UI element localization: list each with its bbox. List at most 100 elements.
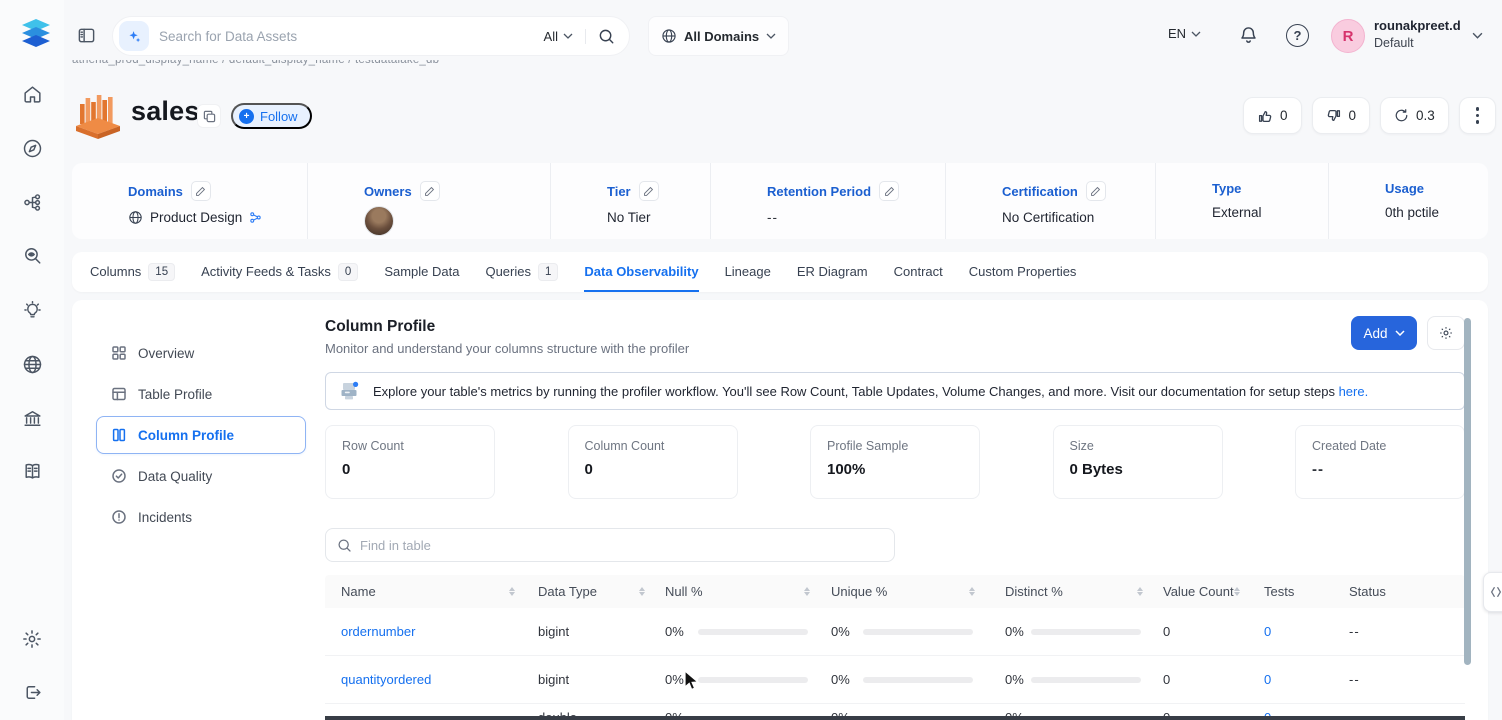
help-icon[interactable]: ? bbox=[1286, 24, 1309, 47]
column-name-link[interactable]: quantityordered bbox=[341, 672, 431, 687]
follow-button[interactable]: + Follow bbox=[231, 103, 312, 129]
panel-expand-handle[interactable] bbox=[1483, 572, 1502, 612]
sort-icon[interactable] bbox=[804, 587, 810, 596]
header-unique-pct[interactable]: Unique % bbox=[820, 575, 985, 608]
copy-link-icon[interactable] bbox=[198, 105, 220, 127]
tab-count: 1 bbox=[538, 263, 558, 281]
header-name[interactable]: Name bbox=[325, 575, 525, 608]
search-scope-label: All bbox=[544, 29, 558, 44]
ai-sparkle-icon[interactable] bbox=[119, 21, 149, 51]
tests-link[interactable]: 0 bbox=[1264, 672, 1271, 687]
breadcrumb[interactable]: athena_prod_display_name / default_displ… bbox=[72, 60, 672, 70]
more-options-button[interactable] bbox=[1459, 97, 1496, 134]
tab-columns[interactable]: Columns15 bbox=[90, 252, 175, 292]
sort-icon[interactable] bbox=[1137, 587, 1143, 596]
search-input[interactable] bbox=[159, 29, 544, 44]
tab-contract[interactable]: Contract bbox=[894, 252, 943, 292]
all-domains-dropdown[interactable]: All Domains bbox=[648, 16, 789, 56]
edit-owners-icon[interactable] bbox=[420, 181, 440, 201]
edit-tier-icon[interactable] bbox=[639, 181, 659, 201]
insights-bulb-icon[interactable] bbox=[18, 296, 46, 324]
header-value-count[interactable]: Value Count bbox=[1153, 575, 1250, 608]
unique-pct: 0% bbox=[831, 624, 850, 639]
subnav-table-profile[interactable]: Table Profile bbox=[96, 375, 306, 413]
unique-pct-bar bbox=[863, 677, 973, 683]
chevron-down-icon bbox=[1395, 330, 1405, 336]
govern-bank-icon[interactable] bbox=[18, 404, 46, 432]
tab-custom-properties[interactable]: Custom Properties bbox=[969, 252, 1077, 292]
sidebar-toggle-icon[interactable] bbox=[77, 26, 96, 45]
home-icon[interactable] bbox=[18, 80, 46, 108]
notifications-bell-icon[interactable] bbox=[1238, 25, 1259, 46]
type-value: External bbox=[1212, 205, 1262, 220]
metadata-certification: Certification No Certification bbox=[945, 163, 1155, 239]
owner-avatar[interactable] bbox=[364, 206, 394, 236]
domains-globe-icon[interactable] bbox=[18, 350, 46, 378]
discovery-search-icon[interactable] bbox=[18, 242, 46, 270]
tab-queries[interactable]: Queries1 bbox=[485, 252, 558, 292]
banner-here-link[interactable]: here. bbox=[1339, 384, 1369, 399]
header-distinct-pct[interactable]: Distinct % bbox=[985, 575, 1153, 608]
tab-data-observability[interactable]: Data Observability bbox=[584, 252, 698, 292]
upvote-button[interactable]: 0 bbox=[1243, 97, 1302, 134]
add-button[interactable]: Add bbox=[1351, 316, 1417, 350]
search-scope-dropdown[interactable]: All bbox=[544, 29, 586, 44]
search-icon bbox=[337, 538, 352, 553]
upvote-count: 0 bbox=[1280, 108, 1288, 123]
search-icon[interactable] bbox=[598, 28, 615, 45]
user-avatar[interactable]: R bbox=[1331, 19, 1365, 53]
glossary-book-icon[interactable] bbox=[18, 457, 46, 485]
subnav-overview[interactable]: Overview bbox=[96, 334, 306, 372]
subnav-incidents[interactable]: Incidents bbox=[96, 498, 306, 536]
retention-label: Retention Period bbox=[767, 184, 871, 199]
sort-icon[interactable] bbox=[969, 587, 975, 596]
follow-icon: + bbox=[239, 109, 254, 124]
header-data-type[interactable]: Data Type bbox=[525, 575, 655, 608]
tab-activity-feeds[interactable]: Activity Feeds & Tasks0 bbox=[201, 252, 358, 292]
tab-count: 15 bbox=[148, 263, 175, 281]
table-row: ordernumber bigint 0% 0% 0% 0 0 -- bbox=[325, 608, 1465, 656]
vertical-scrollbar[interactable] bbox=[1464, 318, 1471, 665]
profiler-settings-button[interactable] bbox=[1427, 316, 1465, 350]
thumbs-up-icon bbox=[1257, 108, 1273, 124]
value-count: 0 bbox=[1163, 672, 1170, 687]
all-domains-label: All Domains bbox=[684, 29, 759, 44]
edit-domains-icon[interactable] bbox=[191, 181, 211, 201]
chevron-down-icon bbox=[766, 33, 776, 39]
tab-lineage[interactable]: Lineage bbox=[725, 252, 771, 292]
header-null-pct[interactable]: Null % bbox=[655, 575, 820, 608]
profiler-info-banner: Explore your table's metrics by running … bbox=[325, 372, 1465, 410]
column-name-link[interactable]: ordernumber bbox=[341, 624, 415, 639]
sort-icon[interactable] bbox=[1234, 587, 1240, 596]
language-dropdown[interactable]: EN bbox=[1168, 26, 1201, 41]
sort-icon[interactable] bbox=[639, 587, 645, 596]
find-in-table-input[interactable] bbox=[360, 538, 883, 553]
settings-gear-icon[interactable] bbox=[18, 625, 46, 653]
version-button[interactable]: 0.3 bbox=[1380, 97, 1449, 134]
edit-retention-icon[interactable] bbox=[879, 181, 899, 201]
tests-link[interactable]: 0 bbox=[1264, 624, 1271, 639]
app-logo[interactable] bbox=[18, 16, 54, 56]
edit-certification-icon[interactable] bbox=[1086, 181, 1106, 201]
metadata-type: Type External bbox=[1155, 163, 1328, 239]
table-header-row: Name Data Type Null % Unique % Distinct … bbox=[325, 575, 1465, 608]
explore-compass-icon[interactable] bbox=[18, 134, 46, 162]
header-status: Status bbox=[1335, 575, 1465, 608]
check-circle-icon bbox=[111, 468, 127, 484]
downvote-button[interactable]: 0 bbox=[1312, 97, 1371, 134]
subnav-label: Data Quality bbox=[138, 469, 212, 484]
subnav-column-profile[interactable]: Column Profile bbox=[96, 416, 306, 454]
user-menu[interactable]: rounakpreet.d Default bbox=[1374, 18, 1461, 51]
data-assets-icon[interactable] bbox=[18, 188, 46, 216]
subnav-data-quality[interactable]: Data Quality bbox=[96, 457, 306, 495]
kebab-icon bbox=[1476, 107, 1480, 124]
entity-tabs: Columns15 Activity Feeds & Tasks0 Sample… bbox=[72, 252, 1488, 292]
domains-value[interactable]: Product Design bbox=[150, 210, 242, 225]
sort-icon[interactable] bbox=[509, 587, 515, 596]
logout-icon[interactable] bbox=[18, 678, 46, 706]
user-menu-chevron-icon[interactable] bbox=[1472, 32, 1483, 39]
globe-icon bbox=[661, 28, 677, 44]
header-tests: Tests bbox=[1250, 575, 1335, 608]
tab-sample-data[interactable]: Sample Data bbox=[384, 252, 459, 292]
tab-er-diagram[interactable]: ER Diagram bbox=[797, 252, 868, 292]
